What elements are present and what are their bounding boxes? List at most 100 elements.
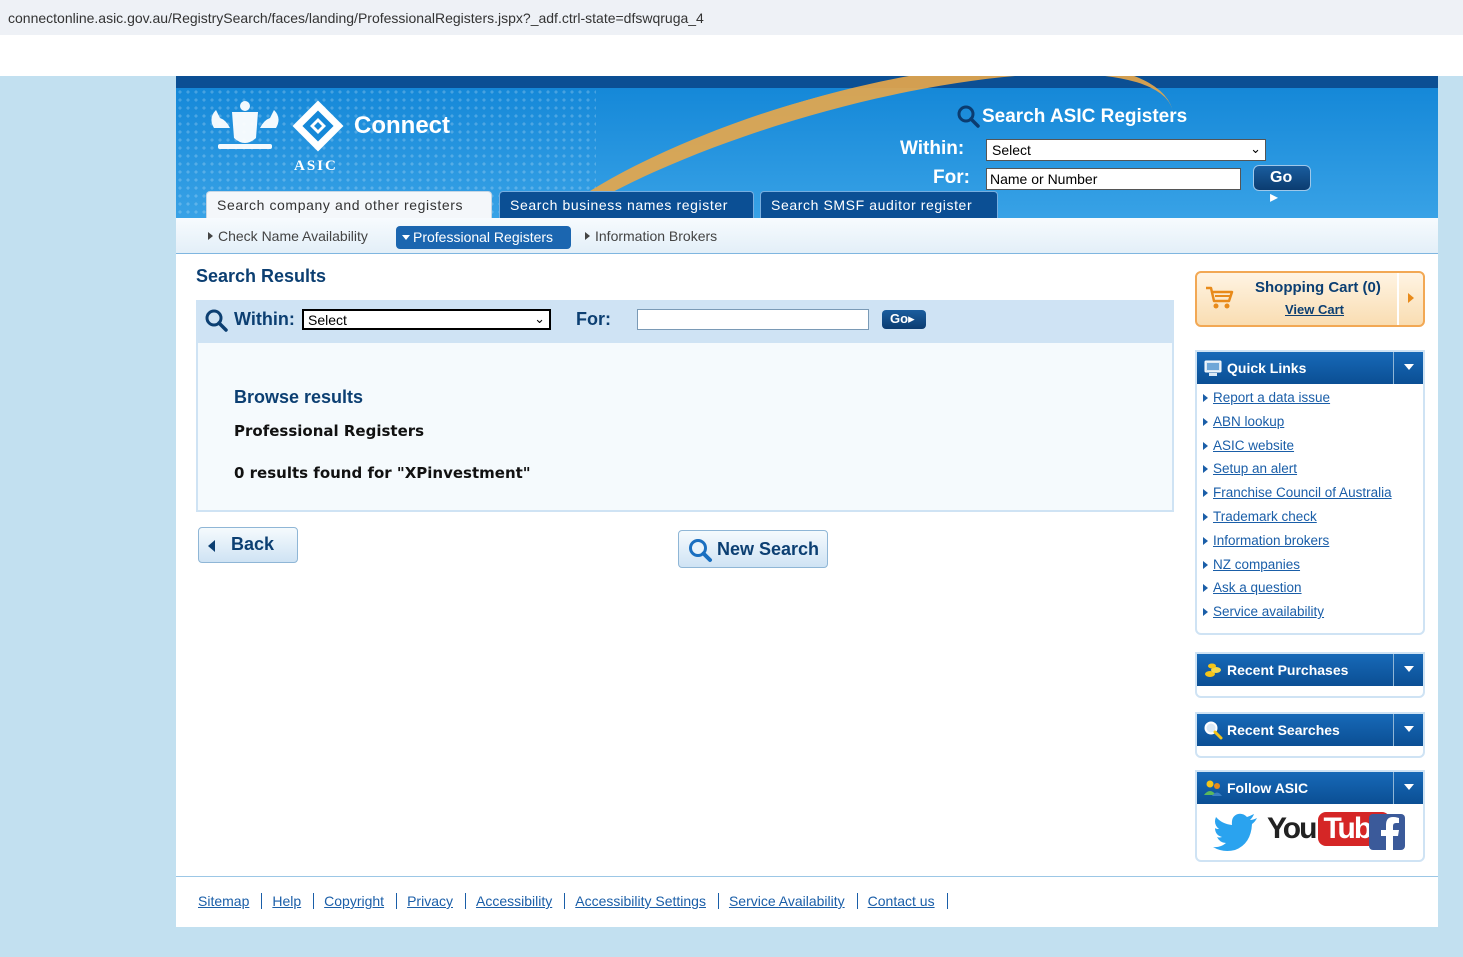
shopping-cart-widget[interactable]: Shopping Cart (0) View Cart bbox=[1195, 271, 1425, 327]
footer-link-accessibility[interactable]: Accessibility bbox=[476, 893, 552, 909]
computer-icon bbox=[1204, 360, 1222, 376]
arrow-right-icon bbox=[585, 232, 590, 240]
go-label: Go bbox=[890, 311, 909, 326]
page-title: Search Results bbox=[196, 266, 327, 286]
arrow-right-icon bbox=[208, 232, 213, 240]
header-for-placeholder: Name or Number bbox=[990, 171, 1098, 187]
recent-searches-title: Recent Searches bbox=[1227, 722, 1340, 738]
recent-searches-panel: Recent Searches bbox=[1195, 712, 1425, 758]
quick-link-setup-alert[interactable]: Setup an alert bbox=[1203, 461, 1423, 485]
browser-gap bbox=[0, 35, 1463, 76]
chevron-down-icon: ⌄ bbox=[534, 311, 545, 326]
back-button[interactable]: Back bbox=[198, 527, 298, 563]
header-within-value: Select bbox=[992, 142, 1031, 158]
results-panel: Browse results Professional Registers 0 … bbox=[196, 341, 1174, 512]
footer-link-accessibility-settings[interactable]: Accessibility Settings bbox=[575, 893, 706, 909]
header-within-select[interactable]: Select ⌄ bbox=[986, 139, 1266, 161]
view-cart-link[interactable]: View Cart bbox=[1285, 302, 1344, 317]
quick-link-nz-companies[interactable]: NZ companies bbox=[1203, 557, 1423, 581]
within-select[interactable]: Select ⌄ bbox=[302, 309, 551, 330]
arrow-left-icon bbox=[208, 540, 215, 552]
tab-label: Search SMSF auditor register bbox=[771, 197, 973, 213]
brand-name: Connect bbox=[354, 112, 450, 139]
quick-link-report-data-issue[interactable]: Report a data issue bbox=[1203, 390, 1423, 414]
quick-link-asic-website[interactable]: ASIC website bbox=[1203, 438, 1423, 462]
quick-links-panel: Quick Links Report a data issue ABN look… bbox=[1195, 350, 1425, 635]
chevron-down-icon: ⌄ bbox=[1250, 141, 1261, 156]
browse-results-title: Browse results bbox=[234, 387, 364, 407]
header-go-label: Go bbox=[1270, 169, 1293, 186]
recent-purchases-header[interactable]: Recent Purchases bbox=[1197, 654, 1423, 686]
new-search-label: New Search bbox=[717, 539, 820, 559]
within-value: Select bbox=[308, 312, 347, 328]
footer-separator bbox=[396, 893, 398, 909]
arrow-right-icon[interactable] bbox=[1408, 293, 1414, 303]
quick-link-service-availability[interactable]: Service availability bbox=[1203, 604, 1423, 628]
coins-icon bbox=[1205, 663, 1221, 677]
youtube-you: You bbox=[1267, 812, 1317, 845]
collapse-toggle-icon[interactable] bbox=[1393, 714, 1423, 746]
go-button[interactable]: Go▸ bbox=[882, 310, 926, 329]
footer-link-contact-us[interactable]: Contact us bbox=[868, 893, 935, 909]
subnav-information-brokers[interactable]: Information Brokers bbox=[585, 228, 717, 244]
header-for-label: For: bbox=[933, 167, 970, 188]
subnav-label: Check Name Availability bbox=[218, 228, 368, 244]
tab-label: Search business names register bbox=[510, 197, 728, 213]
asic-label: ASIC bbox=[294, 158, 338, 174]
facebook-icon[interactable] bbox=[1369, 814, 1405, 850]
collapse-toggle-icon[interactable] bbox=[1393, 654, 1423, 686]
subnav-label: Information Brokers bbox=[595, 228, 718, 244]
quick-link-franchise-council[interactable]: Franchise Council of Australia bbox=[1203, 485, 1423, 509]
cart-title: Shopping Cart (0) bbox=[1255, 279, 1381, 296]
header-within-label: Within: bbox=[900, 138, 965, 159]
results-search-bar: Within: Select ⌄ For: Go▸ bbox=[196, 300, 1174, 341]
recent-purchases-title: Recent Purchases bbox=[1227, 662, 1349, 678]
new-search-button[interactable]: New Search bbox=[678, 530, 828, 568]
footer-links: Sitemap Help Copyright Privacy Accessibility… bbox=[198, 893, 958, 909]
social-links: You Tube bbox=[1197, 804, 1423, 858]
tab-label: Search company and other registers bbox=[217, 197, 464, 213]
search-icon bbox=[205, 309, 228, 332]
footer-divider bbox=[176, 876, 1438, 877]
quick-link-information-brokers[interactable]: Information brokers bbox=[1203, 533, 1423, 557]
quick-link-ask-question[interactable]: Ask a question bbox=[1203, 580, 1423, 604]
for-label: For: bbox=[576, 309, 611, 329]
collapse-toggle-icon[interactable] bbox=[1393, 352, 1423, 384]
quick-links-header[interactable]: Quick Links bbox=[1197, 352, 1423, 384]
tab-search-smsf-auditor[interactable]: Search SMSF auditor register bbox=[760, 191, 998, 218]
recent-searches-header[interactable]: Recent Searches bbox=[1197, 714, 1423, 746]
header-go-button[interactable]: Go ▸ bbox=[1253, 165, 1311, 206]
subnav-professional-registers[interactable]: Professional Registers bbox=[396, 226, 571, 249]
follow-asic-header[interactable]: Follow ASIC bbox=[1197, 772, 1423, 804]
quick-link-abn-lookup[interactable]: ABN lookup bbox=[1203, 414, 1423, 438]
asic-logo-icon bbox=[292, 100, 344, 152]
page-container: Connect ASIC Search ASIC Registers Withi… bbox=[176, 76, 1438, 927]
back-label: Back bbox=[231, 534, 275, 554]
footer-separator bbox=[856, 893, 858, 909]
footer-link-copyright[interactable]: Copyright bbox=[324, 893, 384, 909]
follow-asic-panel: Follow ASIC You Tube bbox=[1195, 770, 1425, 862]
site-header: Connect ASIC Search ASIC Registers Withi… bbox=[176, 76, 1438, 218]
quick-link-trademark-check[interactable]: Trademark check bbox=[1203, 509, 1423, 533]
subnav-check-name[interactable]: Check Name Availability bbox=[208, 228, 368, 244]
within-label: Within: bbox=[234, 309, 295, 329]
for-input[interactable] bbox=[637, 309, 869, 330]
follow-asic-title: Follow ASIC bbox=[1227, 780, 1309, 796]
quick-links-list: Report a data issue ABN lookup ASIC webs… bbox=[1197, 384, 1423, 632]
footer-link-service-availability[interactable]: Service Availability bbox=[729, 893, 845, 909]
search-icon bbox=[689, 539, 712, 562]
tab-search-company[interactable]: Search company and other registers bbox=[206, 191, 492, 218]
footer-link-sitemap[interactable]: Sitemap bbox=[198, 893, 249, 909]
footer-link-privacy[interactable]: Privacy bbox=[407, 893, 453, 909]
recent-purchases-panel: Recent Purchases bbox=[1195, 652, 1425, 698]
browser-url-bar[interactable]: connectonline.asic.gov.au/RegistrySearch… bbox=[0, 0, 1463, 35]
footer-separator bbox=[717, 893, 719, 909]
tab-search-business-names[interactable]: Search business names register bbox=[499, 191, 754, 218]
subnav-label: Professional Registers bbox=[413, 229, 554, 245]
collapse-toggle-icon[interactable] bbox=[1393, 772, 1423, 804]
browse-results-register: Professional Registers bbox=[234, 422, 425, 440]
footer-link-help[interactable]: Help bbox=[272, 893, 301, 909]
people-icon bbox=[1204, 780, 1222, 796]
header-for-input[interactable]: Name or Number bbox=[986, 168, 1241, 190]
twitter-icon[interactable] bbox=[1213, 812, 1259, 852]
